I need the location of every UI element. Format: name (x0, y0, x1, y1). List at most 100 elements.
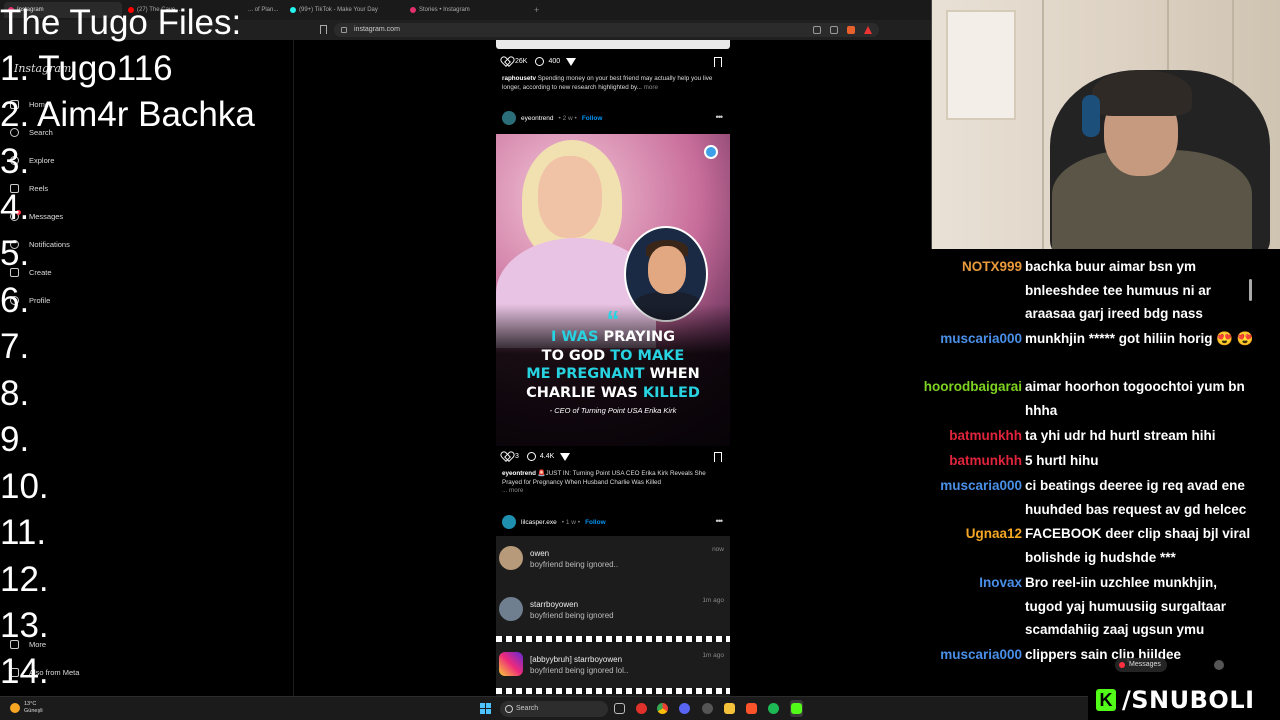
taskbar-search[interactable]: Search (500, 701, 608, 717)
avatar[interactable] (502, 515, 516, 529)
notification-card: [abbyybruh] starrboyowen boyfriend being… (496, 644, 730, 694)
notification-text: boyfriend being ignored lol.. (530, 666, 629, 675)
save-icon[interactable] (714, 57, 722, 67)
more-link[interactable]: ... more (502, 487, 523, 494)
obs-icon[interactable] (791, 703, 802, 714)
brave-shield-icon[interactable] (847, 26, 855, 34)
weather-widget[interactable]: 13°C Güneşli (10, 701, 43, 714)
instagram-logo[interactable]: Instagram (14, 62, 71, 75)
tab-plan[interactable]: ... of Plan... (244, 2, 284, 18)
chat-username[interactable]: hoorodbaigarai (905, 375, 1022, 399)
chat-username[interactable]: Ugnaa12 (905, 522, 1022, 546)
brave-icon[interactable] (746, 703, 757, 714)
nav-home[interactable]: Home (10, 100, 49, 109)
notification-card: starrboyowen boyfriend being ignored 1m … (496, 589, 730, 639)
headline-part: ME PREGNANT (526, 366, 645, 382)
like-count: 26K (515, 58, 528, 65)
post-image[interactable]: “ I WAS PRAYING TO GOD TO MAKE ME PREGNA… (496, 134, 730, 446)
avatar[interactable] (502, 111, 516, 125)
like-icon[interactable] (502, 452, 511, 461)
nav-label: Messages (29, 212, 64, 221)
post-username[interactable]: lilcasper.exe (521, 519, 557, 526)
notification-time: 1m ago (702, 597, 724, 604)
more-options-icon[interactable]: ••• (716, 112, 724, 122)
menu-icon (10, 640, 19, 649)
kick-logo-icon: K (1096, 689, 1116, 711)
headline-part: TO MAKE (610, 347, 685, 364)
chat-username[interactable]: batmunkhh (905, 424, 1022, 448)
post-header: lilcasper.exe • 1 w • Follow (502, 515, 606, 529)
messages-avatar-icon[interactable] (1214, 660, 1224, 670)
home-icon (10, 100, 19, 109)
previous-post-image[interactable] (496, 40, 730, 49)
nav-label: Explore (29, 156, 55, 165)
opera-icon[interactable] (636, 703, 647, 714)
nav-explore[interactable]: Explore (10, 156, 54, 165)
nav-notifications[interactable]: Notifications (10, 240, 70, 249)
task-view-icon[interactable] (614, 703, 625, 714)
chat-username[interactable]: muscaria000 (905, 327, 1022, 351)
chat-username[interactable]: NOTX999 (905, 255, 1022, 279)
more-options-icon[interactable]: ••• (716, 516, 724, 526)
more-link[interactable]: more (644, 84, 658, 91)
share-icon[interactable] (830, 26, 838, 34)
share-icon[interactable] (566, 57, 577, 66)
sun-icon (10, 702, 20, 713)
search-icon (10, 128, 19, 137)
avatar (10, 296, 19, 305)
nav-search[interactable]: Search (10, 128, 53, 137)
bookmark-icon[interactable] (320, 25, 327, 34)
messages-button[interactable]: Messages (1115, 658, 1167, 672)
spotify-icon[interactable] (768, 703, 779, 714)
caption-user[interactable]: eyeontrend (502, 470, 536, 477)
screen: Instagram (27) The Cave ... ... of Plan.… (0, 0, 1280, 720)
tab-tiktok[interactable]: (99+) TikTok - Make Your Day (286, 2, 404, 18)
post-subline: - CEO of Turning Point USA Erika Kirk (549, 406, 677, 415)
url-field[interactable]: instagram.com (334, 23, 879, 37)
chat-username[interactable]: batmunkhh (905, 449, 1022, 473)
nav-create[interactable]: Create (10, 268, 52, 277)
install-icon[interactable] (813, 26, 821, 34)
tab-youtube[interactable]: (27) The Cave ... (124, 2, 242, 18)
steam-icon[interactable] (702, 703, 713, 714)
follow-button[interactable]: Follow (582, 115, 603, 122)
folder-icon[interactable] (724, 703, 735, 714)
nav-messages[interactable]: Messages (10, 210, 64, 221)
notification-text: boyfriend being ignored (530, 611, 614, 620)
comment-icon[interactable] (535, 57, 545, 66)
follow-button[interactable]: Follow (585, 519, 606, 526)
torn-edge (496, 688, 730, 694)
tab-instagram[interactable]: Instagram (4, 2, 122, 18)
nav-label: Also from Meta (29, 668, 80, 677)
chat-text: ta yhi udr hd hurtl stream hihi (1025, 428, 1216, 443)
nav-reels[interactable]: Reels (10, 184, 48, 193)
brave-rewards-icon[interactable] (864, 26, 872, 34)
instagram-icon (499, 652, 523, 676)
site-info-icon[interactable] (341, 27, 347, 33)
discord-icon[interactable] (679, 703, 690, 714)
chat-username[interactable]: muscaria000 (905, 643, 1022, 667)
like-icon[interactable] (502, 57, 511, 66)
share-icon[interactable] (560, 452, 571, 461)
chrome-icon[interactable] (657, 703, 668, 714)
headline-part: CHARLIE WAS (526, 384, 643, 401)
webcam-wall-panel (1042, 0, 1044, 249)
tab-stories[interactable]: Stories • Instagram (406, 2, 524, 18)
post-caption: raphousetv Spending money on your best f… (502, 75, 724, 92)
post-image[interactable]: owen boyfriend being ignored.. now starr… (496, 536, 730, 696)
chat-username[interactable]: muscaria000 (905, 474, 1022, 498)
chat-username[interactable]: Inovax (905, 571, 1022, 595)
weather-text: 13°C Güneşli (24, 701, 43, 714)
caption-user[interactable]: raphousetv (502, 75, 536, 82)
avatar (499, 597, 523, 621)
webcam-streamer-cap (1092, 70, 1192, 116)
post-username[interactable]: eyeontrend (521, 115, 554, 122)
new-tab-button[interactable]: + (526, 5, 539, 15)
nav-more[interactable]: More (10, 640, 46, 649)
nav-also-from-meta[interactable]: Also from Meta (10, 668, 79, 677)
comment-icon[interactable] (526, 452, 536, 461)
save-icon[interactable] (714, 452, 722, 462)
nav-profile[interactable]: Profile (10, 296, 50, 305)
webcam-headphones (1082, 95, 1100, 137)
windows-start-icon[interactable] (480, 703, 491, 714)
